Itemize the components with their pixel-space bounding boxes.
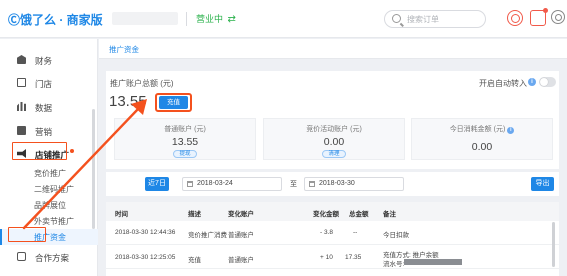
sidebar-subitem-qrcode[interactable]: 二维码推广 <box>0 181 98 197</box>
annotation-highlight-promo-funds <box>8 227 46 242</box>
bidding-account-card: 竞价活动账户 (元) 0.00 清理 <box>263 118 405 160</box>
annotation-highlight-recharge <box>155 93 192 112</box>
today-spend-value: 0.00 <box>471 141 493 153</box>
sidebar-item-label: 门店 <box>35 79 53 89</box>
help-icon[interactable] <box>507 10 523 26</box>
cell-description: 充值 <box>188 257 201 264</box>
bidding-account-value: 0.00 <box>323 136 345 148</box>
store-name-placeholder <box>112 12 178 25</box>
breadcrumb-bar: 推广资金 <box>99 39 567 59</box>
start-date-picker[interactable]: 2018-03-24 <box>182 177 282 191</box>
table-row[interactable]: 2018-03-30 12:25:05 充值 普通账户 + 10 17.35 充… <box>106 245 559 269</box>
normal-account-card: 普通账户 (元) 13.55 提现 <box>114 118 256 160</box>
divider <box>186 12 187 26</box>
switch-status-icon: ⇄ <box>227 14 236 25</box>
sidebar-item-data[interactable]: 数据 <box>0 99 98 117</box>
today-spend-title: 今日消耗金额 (元) <box>449 126 506 133</box>
business-status[interactable]: 营业中 ⇄ <box>196 12 236 25</box>
breadcrumb[interactable]: 推广资金 <box>109 44 139 55</box>
main-content: 推广资金 推广账户总额 (元) 开启自动转入 i 13.55 充值 普通账户 (… <box>99 39 567 276</box>
normal-account-value: 13.55 <box>171 136 199 148</box>
auto-transfer-toggle[interactable] <box>539 77 556 87</box>
sidebar-subitem-label: 品牌展位 <box>34 201 66 210</box>
cell-note-serial-label: 流水号: <box>383 261 405 268</box>
calendar-icon <box>187 181 193 187</box>
end-date-picker[interactable]: 2018-03-30 <box>304 177 404 191</box>
info-icon[interactable]: i <box>507 127 515 134</box>
transactions-table: 时间 描述 变化账户 变化金额 总金额 备注 2018-03-30 12:44:… <box>106 202 559 276</box>
cell-total: -- <box>353 229 358 236</box>
date-filter-bar: 近7日 2018-03-24 至 2018-03-30 导出 <box>106 172 559 196</box>
withdraw-button[interactable]: 提现 <box>173 150 197 158</box>
wallet-icon <box>17 55 26 64</box>
column-header-total: 总金额 <box>349 211 369 218</box>
start-date-value: 2018-03-24 <box>197 180 233 187</box>
annotation-dot <box>70 149 74 153</box>
table-header: 时间 描述 变化账户 变化金额 总金额 备注 <box>106 202 559 221</box>
today-spend-title-row: 今日消耗金额 (元) i <box>412 124 552 134</box>
column-header-note: 备注 <box>383 211 396 218</box>
table-row[interactable]: 2018-03-30 12:44:36 竞价推广消费 普通账户 - 3.8 --… <box>106 221 559 245</box>
last-7-days-button[interactable]: 近7日 <box>145 177 169 191</box>
cell-change-amount: - 3.8 <box>320 229 334 236</box>
sidebar-item-label: 合作方案 <box>35 253 70 263</box>
business-status-label: 营业中 <box>196 14 224 24</box>
sidebar-scrollbar[interactable] <box>92 109 95 229</box>
column-header-account: 变化账户 <box>228 211 254 218</box>
store-icon <box>17 78 26 87</box>
clear-button[interactable]: 清理 <box>322 150 346 158</box>
app-logo[interactable]: Ⓒ饿了么 · 商家版 <box>8 11 103 28</box>
sidebar-item-partnership[interactable]: 合作方案 <box>0 249 98 267</box>
settings-icon[interactable] <box>551 10 565 24</box>
annotation-highlight-shop-promotion <box>12 142 67 160</box>
cell-note: 今日扣款 <box>383 232 409 239</box>
cell-total: 17.35 <box>345 254 362 261</box>
sidebar-item-finance[interactable]: 财务 <box>0 52 98 70</box>
column-header-change-amount: 变化金额 <box>313 211 339 218</box>
search-input[interactable] <box>407 13 481 25</box>
account-total-amount: 13.55 <box>109 93 147 110</box>
sidebar-item-label: 营销 <box>35 127 53 137</box>
bidding-account-title: 竞价活动账户 (元) <box>306 126 362 133</box>
search-icon <box>392 14 401 23</box>
sidebar-item-store[interactable]: 门店 <box>0 75 98 93</box>
cell-time: 2018-03-30 12:25:05 <box>115 254 176 261</box>
marketing-icon <box>17 126 26 135</box>
cell-time: 2018-03-30 12:44:36 <box>115 229 176 236</box>
today-spend-card: 今日消耗金额 (元) i 0.00 <box>411 118 553 160</box>
info-icon[interactable]: i <box>528 78 536 86</box>
sidebar-item-label: 数据 <box>35 103 53 113</box>
bar-chart-icon <box>17 102 26 111</box>
sidebar-subitem-label: 竞价推广 <box>34 169 66 178</box>
sidebar-subitem-label: 二维码推广 <box>34 185 74 194</box>
sidebar-item-marketing[interactable]: 营销 <box>0 123 98 141</box>
sidebar-subitem-label: 外卖节推广 <box>34 217 74 226</box>
top-bar: Ⓒ饿了么 · 商家版 营业中 ⇄ <box>0 0 567 38</box>
end-date-value: 2018-03-30 <box>319 180 355 187</box>
cell-description: 竞价推广消费 <box>188 232 227 239</box>
sidebar-subitem-brand-booth[interactable]: 品牌展位 <box>0 197 98 213</box>
redacted-serial-number <box>404 259 462 265</box>
cell-account: 普通账户 <box>228 232 254 239</box>
sidebar-item-label: 财务 <box>35 56 53 66</box>
date-separator: 至 <box>290 181 297 188</box>
account-total-title: 推广账户总额 (元) <box>110 79 174 88</box>
account-summary-card: 推广账户总额 (元) 开启自动转入 i 13.55 充值 普通账户 (元) 13… <box>106 71 559 169</box>
message-icon[interactable] <box>530 8 548 26</box>
calendar-icon <box>309 181 315 187</box>
cell-change-amount: + 10 <box>320 254 333 261</box>
order-search[interactable] <box>384 10 486 28</box>
table-scrollbar[interactable] <box>552 222 555 267</box>
partner-icon <box>17 252 26 261</box>
normal-account-title: 普通账户 (元) <box>164 126 206 133</box>
auto-transfer-label: 开启自动转入 <box>479 79 527 88</box>
cell-account: 普通账户 <box>228 257 254 264</box>
column-header-description: 描述 <box>188 211 201 218</box>
column-header-time: 时间 <box>115 211 128 218</box>
export-button[interactable]: 导出 <box>531 177 554 191</box>
sidebar-subitem-bidding[interactable]: 竞价推广 <box>0 165 98 181</box>
